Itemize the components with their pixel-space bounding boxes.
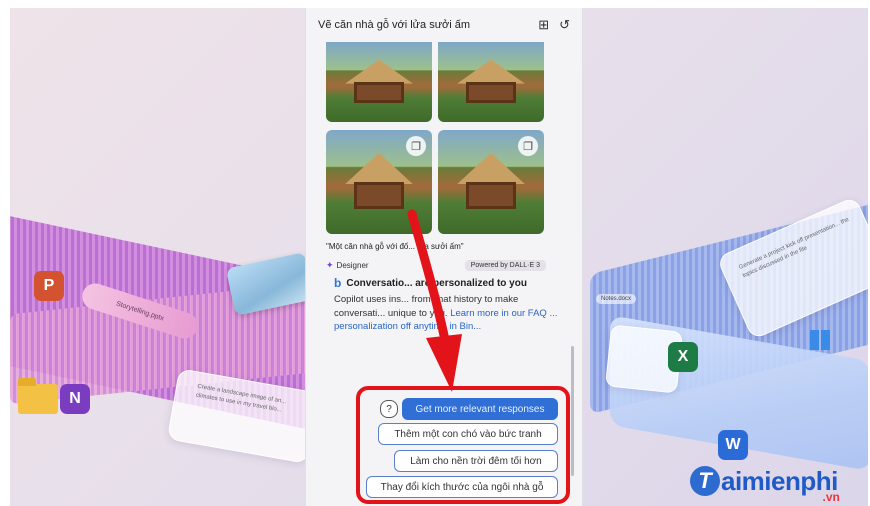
watermark-suffix: .vn (822, 490, 840, 504)
notice-heading: b Conversatio... are personalized to you (334, 276, 564, 290)
suggestion-chip-2[interactable]: Làm cho nền trời đêm tối hơn (394, 450, 558, 472)
variations-icon[interactable]: ❐ (406, 136, 426, 156)
variations-icon[interactable]: ❐ (518, 136, 538, 156)
grid-icon[interactable]: ⊞ (538, 17, 549, 33)
generated-image-1[interactable] (326, 42, 432, 122)
generated-image-3[interactable]: ❐ (326, 130, 432, 234)
windows-logo-icon (810, 330, 830, 350)
powered-by-badge: Powered by DALL·E 3 (464, 259, 546, 271)
history-icon[interactable]: ↺ (559, 17, 570, 33)
notes-file-chip: Notes.docx (596, 294, 637, 304)
folder-icon (18, 378, 58, 414)
help-icon[interactable]: ? (380, 400, 398, 418)
generated-image-2[interactable] (438, 42, 544, 122)
suggestion-chip-1[interactable]: Thêm một con chó vào bức tranh (378, 423, 558, 445)
designer-label[interactable]: Designer (337, 261, 465, 270)
watermark-initial: T (690, 466, 720, 496)
personalization-notice: b Conversatio... are personalized to you… (334, 276, 564, 334)
designer-row: ✦ Designer Powered by DALL·E 3 (326, 258, 546, 272)
notice-body: Copilot uses ins... from chat history to… (334, 293, 559, 334)
notice-heading-text: Conversatio... are personalized to you (346, 277, 527, 289)
get-relevant-responses-button[interactable]: Get more relevant responses (402, 398, 558, 420)
panel-scrollbar[interactable] (571, 346, 574, 476)
excel-icon: X (668, 342, 698, 372)
powerpoint-icon: P (34, 271, 64, 301)
image-caption: "Một căn nhà gỗ với đố... lửa sưởi ấm" (326, 242, 464, 251)
designer-logo-icon: ✦ (326, 259, 334, 270)
copilot-panel: Vẽ căn nhà gỗ với lửa sưởi ấm ⊞ ↺ ❐ ❐ "M… (305, 8, 583, 506)
generated-image-4[interactable]: ❐ (438, 130, 544, 234)
suggestion-chip-3[interactable]: Thay đổi kích thước của ngôi nhà gỗ (366, 476, 558, 498)
panel-header: Vẽ căn nhà gỗ với lửa sưởi ấm ⊞ ↺ (306, 8, 582, 42)
watermark-brand: aimienphi (721, 465, 838, 496)
onenote-icon: N (60, 384, 90, 414)
conversation-title: Vẽ căn nhà gỗ với lửa sưởi ấm (318, 19, 471, 31)
watermark-logo: T aimienphi .vn (690, 456, 840, 506)
bing-logo-icon: b (334, 276, 342, 290)
